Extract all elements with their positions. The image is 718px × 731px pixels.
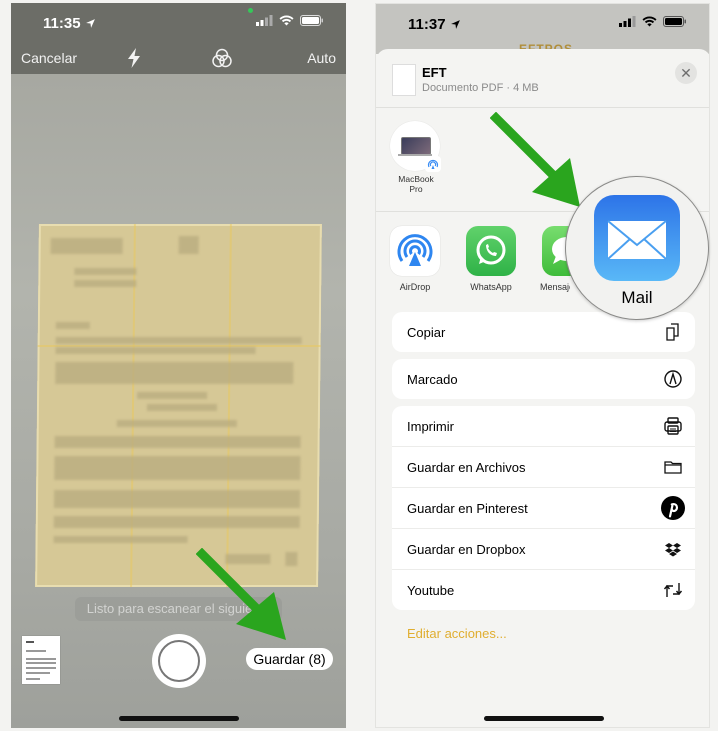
blurred-text	[137, 392, 208, 399]
file-meta: Documento PDF · 4 MB	[422, 82, 539, 94]
folder-icon	[664, 461, 682, 474]
mail-magnifier-callout: Mail	[565, 176, 709, 320]
share-app-airdrop[interactable]: AirDrop	[388, 226, 442, 292]
battery-icon	[663, 16, 686, 27]
device-label: MacBook Pro	[390, 174, 442, 194]
auto-capture-toggle[interactable]: Auto	[307, 50, 336, 66]
blurred-text	[55, 362, 294, 384]
flash-icon[interactable]	[127, 48, 141, 68]
device-avatar	[390, 121, 441, 172]
status-time-text: 11:35	[43, 15, 81, 32]
file-name: EFT	[422, 65, 447, 80]
action-label: Guardar en Pinterest	[407, 501, 528, 516]
blurred-logo	[50, 238, 123, 254]
markup-icon	[664, 370, 682, 388]
green-arrow-to-mail	[490, 112, 580, 207]
app-label: AirDrop	[399, 282, 431, 292]
green-arrow-to-save	[196, 548, 286, 640]
thumb-line	[26, 672, 50, 674]
airdrop-badge-icon	[425, 156, 441, 172]
action-print[interactable]: Imprimir	[392, 406, 695, 447]
airdrop-device-macbook-pro[interactable]: MacBook Pro	[390, 121, 442, 194]
share-sheet-header: EFT Documento PDF · 4 MB ✕	[376, 49, 709, 108]
share-app-mail[interactable]	[594, 195, 680, 281]
app-label: WhatsApp	[470, 282, 512, 292]
blurred-text	[53, 516, 300, 528]
printer-icon	[664, 417, 682, 435]
save-button[interactable]: Guardar (8)	[246, 648, 333, 670]
device-label-line1: MacBook	[398, 174, 434, 184]
laptop-icon	[401, 137, 431, 155]
close-button[interactable]: ✕	[675, 62, 697, 84]
action-save-to-pinterest[interactable]: Guardar en Pinterest	[392, 488, 695, 529]
status-icons	[619, 16, 687, 27]
cellular-signal-icon	[256, 15, 273, 26]
blurred-text	[74, 280, 137, 287]
blurred-text	[54, 456, 301, 480]
repeat-icon	[663, 583, 683, 597]
thumb-line	[26, 641, 34, 643]
blurred-text	[55, 337, 302, 344]
status-time: 11:35	[43, 15, 96, 33]
home-indicator[interactable]	[484, 716, 604, 721]
status-time-text: 11:37	[408, 16, 446, 33]
action-markup[interactable]: Marcado	[392, 359, 695, 399]
action-label: Guardar en Archivos	[407, 460, 526, 475]
blurred-text	[53, 536, 188, 543]
location-arrow-icon	[85, 19, 95, 28]
action-label: Marcado	[407, 372, 458, 387]
pinterest-icon	[661, 496, 685, 520]
copy-icon	[666, 323, 679, 341]
blurred-text	[55, 322, 90, 329]
cancel-button[interactable]: Cancelar	[21, 50, 77, 66]
action-label: Copiar	[407, 325, 446, 340]
camera-in-use-dot	[248, 8, 253, 13]
camera-toolbar: Cancelar Auto	[11, 48, 346, 70]
action-label: Youtube	[407, 583, 455, 598]
location-arrow-icon	[450, 20, 460, 29]
color-filters-icon[interactable]	[212, 48, 232, 68]
blurred-text	[54, 436, 301, 448]
thumb-line	[26, 650, 46, 652]
edit-actions-link[interactable]: Editar acciones...	[407, 626, 507, 641]
wifi-icon	[642, 16, 657, 27]
thumb-line	[26, 667, 56, 669]
airdrop-icon	[390, 226, 440, 276]
mail-envelope-icon	[607, 220, 667, 260]
thumb-line	[26, 658, 56, 660]
action-youtube[interactable]: Youtube	[392, 570, 695, 610]
action-save-to-files[interactable]: Guardar en Archivos	[392, 447, 695, 488]
blurred-text	[146, 404, 218, 411]
device-label-line2: Pro	[409, 184, 423, 194]
share-app-whatsapp[interactable]: WhatsApp	[464, 226, 518, 292]
scanned-pages-thumbnail[interactable]	[22, 636, 60, 684]
home-indicator[interactable]	[119, 716, 239, 721]
dropbox-icon	[665, 543, 681, 557]
blurred-emblem	[178, 236, 199, 254]
action-group-markup: Marcado	[392, 359, 695, 399]
mail-label: Mail	[621, 288, 653, 307]
blurred-text	[53, 490, 301, 508]
scanned-document-preview	[35, 224, 322, 587]
detection-gridline	[226, 224, 232, 587]
blurred-text	[55, 347, 256, 354]
pdf-file-icon	[392, 64, 416, 96]
action-save-to-dropbox[interactable]: Guardar en Dropbox	[392, 529, 695, 570]
action-label: Imprimir	[407, 419, 454, 434]
cellular-signal-icon	[619, 16, 636, 27]
action-group-more: Imprimir Guardar en Archivos Guardar en …	[392, 406, 695, 610]
whatsapp-icon	[466, 226, 516, 276]
detection-gridline	[130, 224, 136, 587]
blurred-text	[116, 420, 237, 427]
blurred-text	[74, 268, 137, 275]
thumb-line	[26, 662, 56, 664]
wifi-icon	[279, 15, 294, 26]
battery-icon	[300, 15, 323, 26]
status-time: 11:37	[408, 16, 461, 34]
action-label: Guardar en Dropbox	[407, 542, 526, 557]
thumb-line	[26, 678, 40, 680]
status-icons	[256, 15, 324, 26]
